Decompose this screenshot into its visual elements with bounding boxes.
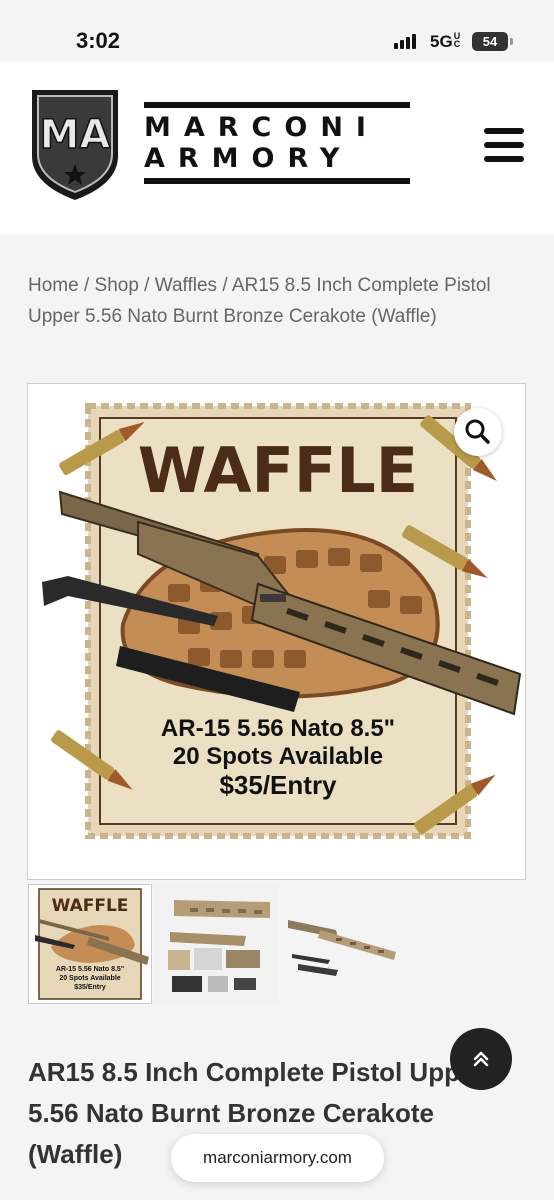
product-main-image[interactable]: WAFFLE AR-15 5.56 Nato 8.5" 20 Spots Ava… [27, 383, 526, 880]
thumbnail-3-artwork [280, 884, 404, 1004]
thumbnail-2-artwork [154, 884, 278, 1004]
thumbnail-1-artwork: WAFFLE AR-15 5.56 Nato 8.5" 20 Spots Ava… [35, 888, 149, 1000]
status-bar: 3:02 5GUC 54 [0, 0, 554, 62]
brand-line-2: ARMORY [144, 143, 353, 174]
site-header: MA MARCONI ARMORY [0, 62, 554, 234]
hamburger-menu-button[interactable] [484, 128, 526, 164]
zoom-button[interactable] [454, 408, 502, 456]
brand-bottom-rule [144, 178, 410, 184]
breadcrumb-waffles-link[interactable]: Waffles [155, 275, 217, 296]
brand-top-rule [144, 102, 410, 108]
thumb-line-1: AR-15 5.56 Nato 8.5" [56, 966, 124, 973]
scroll-to-top-button[interactable] [450, 1028, 512, 1090]
thumbnail-3[interactable] [280, 884, 404, 1004]
breadcrumb: Home / Shop / Waffles / AR15 8.5 Inch Co… [28, 270, 528, 332]
breadcrumb-home-link[interactable]: Home [28, 275, 79, 296]
thumbnail-1[interactable]: WAFFLE AR-15 5.56 Nato 8.5" 20 Spots Ava… [28, 884, 152, 1004]
battery-tip [510, 38, 513, 45]
logo-shield-icon[interactable]: MA [28, 86, 122, 202]
thumb-line-2: 20 Spots Available [59, 975, 120, 982]
signal-icon [394, 33, 418, 49]
network-sub-label: UC [453, 31, 461, 49]
thumb-headline: WAFFLE [52, 896, 129, 916]
waffle-headline: WAFFLE [138, 434, 418, 507]
breadcrumb-separator: / [78, 275, 95, 296]
image-line-3: $35/Entry [219, 770, 337, 800]
thumbnail-2[interactable] [154, 884, 278, 1004]
battery-icon: 54 [472, 32, 508, 51]
image-line-2: 20 Spots Available [173, 743, 383, 770]
network-label: 5GUC [430, 32, 463, 52]
logo-letters: MA [40, 112, 111, 158]
breadcrumb-shop-link[interactable]: Shop [95, 275, 139, 296]
thumb-line-3: $35/Entry [74, 984, 106, 991]
breadcrumb-separator: / [217, 275, 232, 296]
image-line-1: AR-15 5.56 Nato 8.5" [161, 715, 395, 742]
brand-wordmark[interactable]: MARCONI ARMORY [144, 102, 410, 184]
double-chevron-up-icon [473, 1051, 489, 1067]
browser-url-bar[interactable]: marconiarmory.com [171, 1134, 384, 1182]
breadcrumb-separator: / [138, 275, 155, 296]
brand-line-1: MARCONI [144, 112, 379, 143]
magnifier-icon [465, 419, 490, 444]
product-image-artwork: WAFFLE AR-15 5.56 Nato 8.5" 20 Spots Ava… [42, 403, 522, 839]
status-time: 3:02 [76, 28, 121, 53]
